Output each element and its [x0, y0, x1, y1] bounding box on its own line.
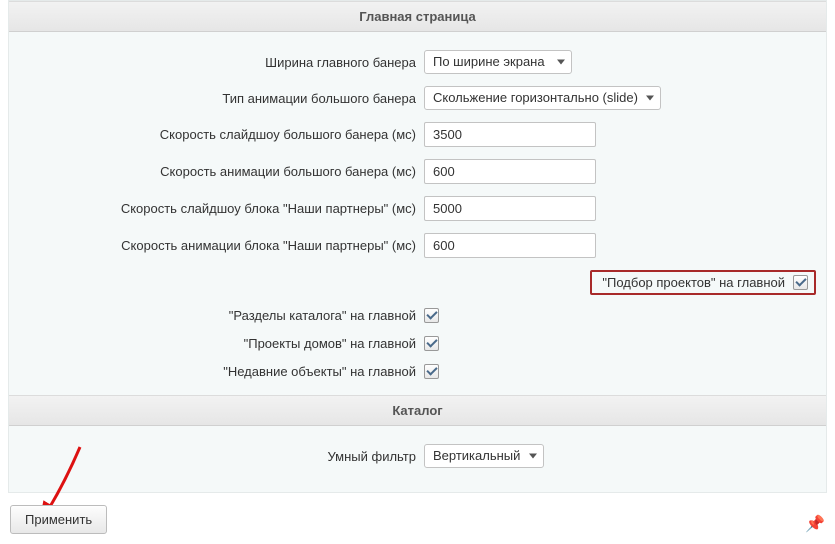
select-banner-width[interactable]: По ширине экрана: [424, 50, 572, 74]
section-header-catalog: Каталог: [9, 395, 826, 426]
catalog-form-area: Умный фильтр Вертикальный: [9, 426, 826, 492]
chevron-down-icon: [529, 454, 537, 459]
chevron-down-icon: [557, 60, 565, 65]
select-anim-type[interactable]: Скольжение горизонтально (slide): [424, 86, 661, 110]
row-recent-objects: "Недавние объекты" на главной: [19, 363, 816, 379]
select-smart-filter[interactable]: Вертикальный: [424, 444, 544, 468]
row-partners-anim: Скорость анимации блока "Наши партнеры" …: [19, 233, 816, 258]
row-house-projects: "Проекты домов" на главной: [19, 335, 816, 351]
input-anim-speed[interactable]: [424, 159, 596, 184]
input-partners-slideshow[interactable]: [424, 196, 596, 221]
select-banner-width-value: По ширине экрана: [433, 54, 545, 69]
highlight-projects-pick: "Подбор проектов" на главной: [590, 270, 816, 295]
row-anim-speed: Скорость анимации большого банера (мс): [19, 159, 816, 184]
row-anim-type: Тип анимации большого банера Скольжение …: [19, 86, 816, 110]
label-smart-filter: Умный фильтр: [19, 449, 424, 464]
checkbox-projects-pick[interactable]: [793, 275, 808, 290]
label-slideshow-speed: Скорость слайдшоу большого банера (мс): [19, 127, 424, 142]
select-anim-type-value: Скольжение горизонтально (slide): [433, 90, 638, 105]
label-recent-objects: "Недавние объекты" на главной: [19, 364, 424, 379]
select-smart-filter-value: Вертикальный: [433, 448, 520, 463]
checkbox-house-projects[interactable]: [424, 336, 439, 351]
row-banner-width: Ширина главного банера По ширине экрана: [19, 50, 816, 74]
input-slideshow-speed[interactable]: [424, 122, 596, 147]
apply-button[interactable]: Применить: [10, 505, 107, 534]
checkbox-catalog-sections[interactable]: [424, 308, 439, 323]
label-banner-width: Ширина главного банера: [19, 55, 424, 70]
row-partners-slideshow: Скорость слайдшоу блока "Наши партнеры" …: [19, 196, 816, 221]
label-partners-slideshow: Скорость слайдшоу блока "Наши партнеры" …: [19, 201, 424, 216]
label-catalog-sections: "Разделы каталога" на главной: [19, 308, 424, 323]
label-house-projects: "Проекты домов" на главной: [19, 336, 424, 351]
chevron-down-icon: [646, 96, 654, 101]
checkbox-recent-objects[interactable]: [424, 364, 439, 379]
pin-icon[interactable]: 📌: [805, 514, 825, 534]
settings-panel: Главная страница Ширина главного банера …: [8, 0, 827, 493]
row-smart-filter: Умный фильтр Вертикальный: [19, 444, 816, 468]
input-partners-anim[interactable]: [424, 233, 596, 258]
row-slideshow-speed: Скорость слайдшоу большого банера (мс): [19, 122, 816, 147]
label-projects-pick: "Подбор проектов" на главной: [602, 275, 785, 290]
label-anim-type: Тип анимации большого банера: [19, 91, 424, 106]
main-form-area: Ширина главного банера По ширине экрана …: [9, 32, 826, 395]
label-anim-speed: Скорость анимации большого банера (мс): [19, 164, 424, 179]
row-catalog-sections: "Разделы каталога" на главной: [19, 307, 816, 323]
row-projects-pick: "Подбор проектов" на главной: [19, 270, 816, 295]
section-header-main: Главная страница: [9, 1, 826, 32]
label-partners-anim: Скорость анимации блока "Наши партнеры" …: [19, 238, 424, 253]
